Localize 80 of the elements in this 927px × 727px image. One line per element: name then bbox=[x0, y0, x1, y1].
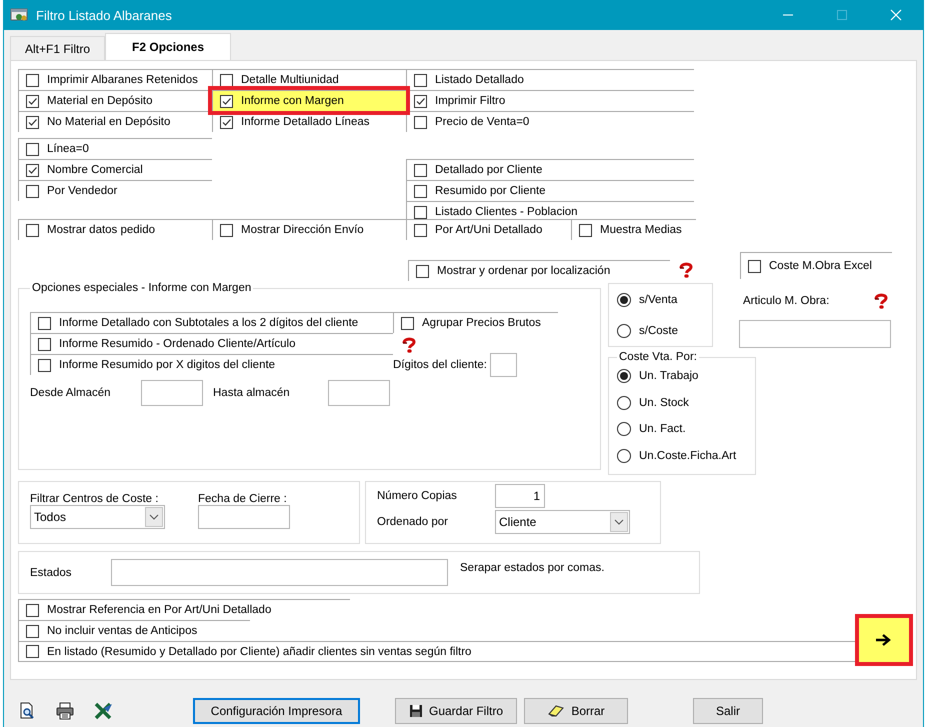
checkbox[interactable]: Coste M.Obra Excel bbox=[740, 252, 892, 279]
checkbox[interactable]: Precio de Venta=0 bbox=[406, 111, 694, 132]
help-icon[interactable] bbox=[873, 293, 889, 309]
eraser-icon bbox=[547, 704, 566, 718]
app-icon bbox=[10, 7, 30, 23]
checkmark-icon bbox=[27, 164, 38, 176]
next-button[interactable] bbox=[859, 618, 909, 662]
checkbox[interactable]: Por Vendedor bbox=[18, 180, 212, 201]
field-label: Hasta almacén bbox=[213, 387, 291, 399]
hint-text: Serapar estados por comas. bbox=[460, 562, 604, 574]
checkbox[interactable]: Por Art/Uni Detallado bbox=[406, 219, 571, 240]
input-field[interactable] bbox=[328, 380, 390, 406]
button[interactable]: Salir bbox=[693, 698, 763, 724]
checkbox[interactable]: Listado Detallado bbox=[406, 69, 694, 90]
tab[interactable]: Alt+F1 Filtro bbox=[10, 36, 106, 60]
field-label: Fecha de Cierre : bbox=[198, 493, 288, 505]
checkbox[interactable]: Informe Resumido por X digitos del cliente bbox=[30, 354, 393, 375]
checkmark-icon bbox=[221, 116, 232, 128]
close-icon bbox=[889, 9, 903, 21]
radio-button[interactable]: Un.Coste.Ficha.Art bbox=[617, 444, 755, 466]
chevron-down-icon bbox=[149, 514, 159, 520]
arrow-right-icon bbox=[875, 633, 893, 647]
radio-button[interactable]: Un. Fact. bbox=[617, 418, 755, 440]
input-field[interactable] bbox=[111, 559, 448, 586]
input-field[interactable] bbox=[141, 380, 203, 406]
group-title: Opciones especiales - Informe con Margen bbox=[31, 282, 252, 294]
help-icon[interactable] bbox=[401, 337, 417, 353]
radio-button[interactable]: Un. Stock bbox=[617, 392, 755, 414]
button[interactable]: Configuración Impresora bbox=[193, 698, 360, 724]
input-field[interactable]: 1 bbox=[495, 484, 545, 508]
checkbox[interactable]: Resumido por Cliente bbox=[406, 180, 694, 201]
checkbox[interactable]: En listado (Resumido y Detallado por Cliente) añadir clientes sin ventas según filtro bbox=[18, 641, 856, 662]
checkbox[interactable]: Listado Clientes - Poblacion bbox=[406, 201, 694, 222]
input-field[interactable] bbox=[490, 353, 517, 377]
checkbox[interactable]: Mostrar y ordenar por localización bbox=[408, 260, 670, 281]
field-label: Estados bbox=[30, 566, 73, 578]
checkmark-icon bbox=[415, 96, 426, 106]
checkmark-icon bbox=[221, 96, 232, 106]
checkbox[interactable]: No Material en Depósito bbox=[18, 111, 212, 132]
checkbox[interactable]: Mostrar Referencia en Por Art/Uni Detallado bbox=[18, 599, 350, 620]
checkbox[interactable]: Informe Detallado con Subtotales a los 2 dígitos del cliente bbox=[30, 312, 393, 333]
checkbox[interactable]: Muestra Medias bbox=[571, 219, 696, 240]
checkbox[interactable]: Agrupar Precios Brutos bbox=[393, 312, 558, 333]
button[interactable]: Guardar Filtro bbox=[395, 698, 517, 724]
checkbox[interactable]: Mostrar datos pedido bbox=[18, 219, 212, 240]
dropdown[interactable]: Todos bbox=[30, 505, 165, 529]
checkbox[interactable]: No incluir ventas de Anticipos bbox=[18, 620, 250, 641]
printer-icon[interactable] bbox=[56, 702, 74, 720]
field-label: Filtrar Centros de Coste : bbox=[30, 493, 160, 505]
checkbox[interactable]: Mostrar Dirección Envío bbox=[212, 219, 406, 240]
checkbox[interactable]: Imprimir Filtro bbox=[406, 90, 694, 111]
checkbox[interactable]: Detallado por Cliente bbox=[406, 159, 694, 180]
checkmark-icon bbox=[27, 96, 38, 106]
checkbox[interactable]: Línea=0 bbox=[18, 138, 212, 159]
field-label: Articulo M. Obra: bbox=[743, 295, 830, 307]
chevron-down-icon bbox=[614, 519, 624, 525]
group-title: Coste Vta. Por: bbox=[618, 351, 698, 363]
help-icon[interactable] bbox=[678, 262, 694, 278]
window-title: Filtro Listado Albaranes bbox=[36, 8, 172, 22]
field-label: Ordenado por bbox=[377, 516, 449, 528]
tab[interactable]: F2 Opciones bbox=[105, 33, 232, 60]
field-label: Desde Almacén bbox=[30, 387, 112, 399]
print-preview-icon[interactable] bbox=[18, 702, 36, 720]
field-label: Número Copias bbox=[377, 490, 458, 502]
checkbox[interactable]: Informe Detallado Líneas bbox=[212, 111, 406, 132]
button[interactable]: Borrar bbox=[524, 698, 628, 724]
radio-button[interactable]: s/Coste bbox=[617, 320, 712, 342]
checkbox[interactable]: Informe Resumido - Ordenado Cliente/Artículo bbox=[30, 333, 393, 354]
dropdown[interactable]: Cliente bbox=[495, 510, 630, 534]
checkmark-icon bbox=[27, 116, 38, 128]
spreadsheet-icon[interactable] bbox=[94, 702, 114, 720]
checkbox[interactable]: Nombre Comercial bbox=[18, 159, 212, 180]
input-field[interactable] bbox=[198, 505, 290, 529]
maximize-icon bbox=[835, 9, 849, 21]
save-icon bbox=[408, 704, 423, 718]
field-label: Dígitos del cliente: bbox=[393, 359, 487, 371]
input-field[interactable] bbox=[739, 320, 891, 348]
checkbox[interactable]: Imprimir Albaranes Retenidos bbox=[18, 69, 212, 90]
radio-button[interactable]: Un. Trabajo bbox=[617, 365, 755, 387]
radio-button[interactable]: s/Venta bbox=[617, 288, 712, 310]
